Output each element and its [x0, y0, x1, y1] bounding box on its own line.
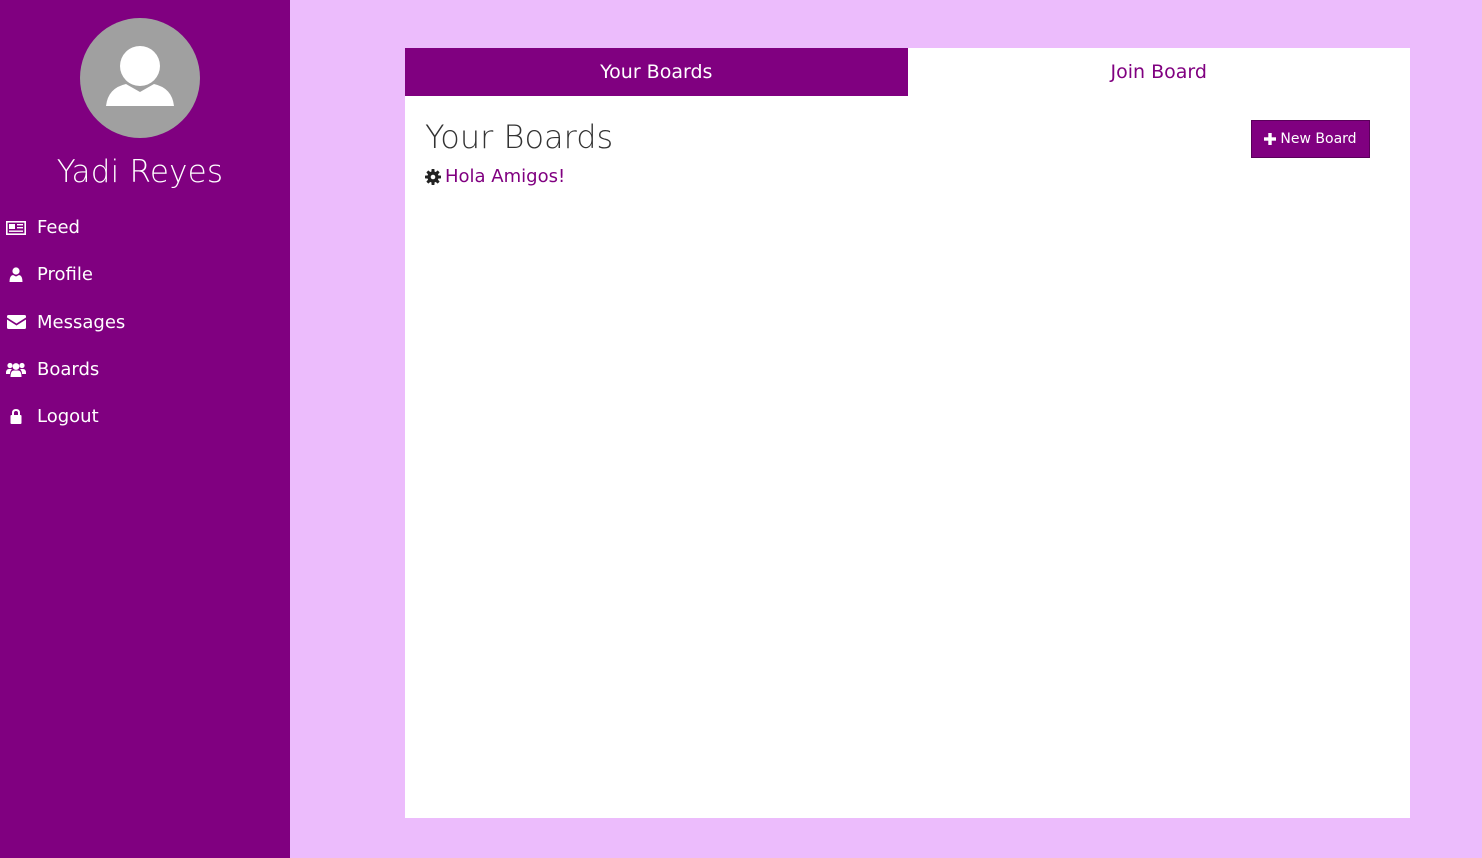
lock-icon — [6, 408, 26, 426]
sidebar-item-label: Logout — [37, 406, 99, 428]
sidebar-item-logout[interactable]: Logout — [0, 393, 290, 440]
user-name: Yadi Reyes — [56, 154, 224, 190]
new-board-button[interactable]: New Board — [1251, 120, 1370, 158]
user-icon — [6, 266, 26, 284]
sidebar-item-label: Feed — [37, 217, 80, 239]
tab-bar: Your Boards Join Board — [405, 48, 1410, 96]
boards-panel: Your Boards Join Board Your Boards New B… — [405, 48, 1410, 818]
sidebar-item-label: Profile — [37, 264, 93, 286]
list-item: Hola Amigos! — [425, 166, 565, 187]
sidebar-item-label: Boards — [37, 359, 100, 381]
new-board-label: New Board — [1280, 131, 1357, 147]
gear-icon[interactable] — [425, 168, 441, 185]
newspaper-icon — [6, 219, 26, 237]
sidebar: Yadi Reyes Feed Profile Messages Boards … — [0, 0, 290, 858]
envelope-icon — [6, 313, 26, 331]
sidebar-item-profile[interactable]: Profile — [0, 251, 290, 298]
users-icon — [6, 361, 26, 379]
page-title: Your Boards — [425, 118, 614, 156]
sidebar-item-feed[interactable]: Feed — [0, 204, 290, 251]
sidebar-item-messages[interactable]: Messages — [0, 299, 290, 346]
sidebar-nav: Feed Profile Messages Boards Logout — [0, 204, 290, 440]
board-link[interactable]: Hola Amigos! — [445, 166, 565, 187]
tab-join-board[interactable]: Join Board — [907, 48, 1410, 96]
sidebar-item-label: Messages — [37, 311, 126, 333]
avatar[interactable] — [80, 18, 200, 138]
plus-icon — [1264, 133, 1277, 145]
user-silhouette-icon — [106, 46, 174, 106]
tab-your-boards[interactable]: Your Boards — [405, 48, 908, 96]
sidebar-item-boards[interactable]: Boards — [0, 346, 290, 393]
